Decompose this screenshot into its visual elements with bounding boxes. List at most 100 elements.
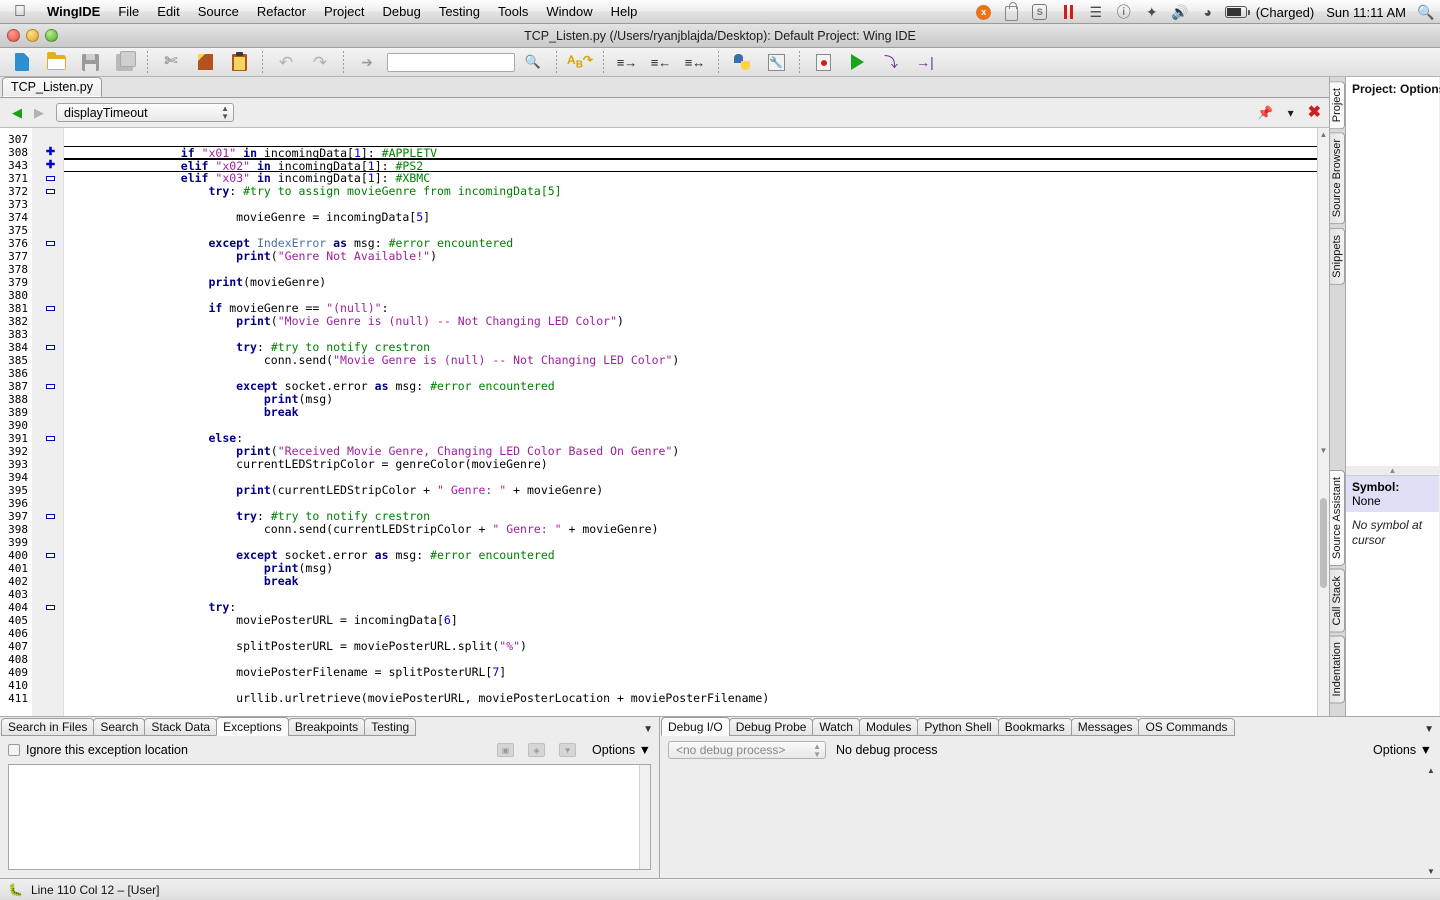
timemachine-icon[interactable]: ◕: [1194, 0, 1222, 24]
step-over-icon[interactable]: →|: [909, 49, 941, 75]
menubar-clock[interactable]: Sun 11:11 AM: [1320, 5, 1412, 20]
code-line[interactable]: break: [64, 575, 1317, 588]
bottom-left-tab-overflow-icon[interactable]: ▼: [643, 724, 653, 735]
menu-item-testing[interactable]: Testing: [430, 0, 489, 24]
bug-icon[interactable]: 🐛: [8, 883, 23, 897]
spotlight-search-icon[interactable]: 🔍: [1412, 0, 1440, 24]
menu-item-file[interactable]: File: [109, 0, 148, 24]
symbol-selector-combo[interactable]: displayTimeout ▲ ▼: [56, 103, 234, 122]
open-file-icon[interactable]: [40, 49, 72, 75]
code-line[interactable]: conn.send("Movie Genre is (null) -- Not …: [64, 354, 1317, 367]
code-text-area[interactable]: if "x01" in incomingData[1]: #APPLETV el…: [64, 128, 1317, 716]
scroll-down-arrow-icon[interactable]: ▼: [1427, 867, 1435, 876]
battery-icon[interactable]: [1222, 0, 1250, 24]
exception-step-icon[interactable]: ▣: [497, 743, 515, 757]
search-magnifier-icon[interactable]: 🔍: [517, 49, 549, 75]
save-all-icon[interactable]: [108, 49, 140, 75]
gutter-cell[interactable]: [32, 133, 63, 146]
exceptions-content-area[interactable]: [8, 764, 651, 870]
tab-search-in-files[interactable]: Search in Files: [1, 718, 95, 736]
pin-icon[interactable]: 📌: [1257, 105, 1273, 121]
editor-vertical-scrollbar[interactable]: ▲ ▼: [1317, 128, 1329, 716]
tab-watch[interactable]: Watch: [812, 718, 860, 736]
menu-item-debug[interactable]: Debug: [374, 0, 430, 24]
search-input[interactable]: [387, 52, 515, 72]
fold-expand-icon[interactable]: ✚: [32, 159, 63, 172]
nav-back-button[interactable]: ◀: [6, 105, 28, 121]
alert-icon[interactable]: ⓘ: [1110, 0, 1138, 24]
fold-expand-icon[interactable]: ✚: [32, 146, 63, 159]
gutter-cell[interactable]: [32, 692, 63, 705]
vtab-source-browser[interactable]: Source Browser: [1330, 132, 1345, 225]
menu-item-refactor[interactable]: Refactor: [248, 0, 315, 24]
debug-probe-icon[interactable]: 🔧: [760, 49, 792, 75]
code-line[interactable]: break: [64, 406, 1317, 419]
vtab-snippets[interactable]: Snippets: [1330, 227, 1345, 285]
menu-item-project[interactable]: Project: [315, 0, 373, 24]
code-line[interactable]: conn.send(currentLEDStripColor + " Genre…: [64, 523, 1317, 536]
menu-item-tools[interactable]: Tools: [489, 0, 537, 24]
gutter-cell[interactable]: [32, 536, 63, 549]
vtab-project[interactable]: Project: [1330, 81, 1345, 130]
code-line[interactable]: print(movieGenre): [64, 276, 1317, 289]
gutter-cell[interactable]: [32, 289, 63, 302]
indent-toggle-icon[interactable]: ≡↔: [679, 49, 711, 75]
debug-process-combo[interactable]: <no debug process> ▲ ▼: [668, 741, 826, 759]
code-editor[interactable]: 307 308 343 371 372 373 374 375 376 377 378 379 380 3…: [0, 127, 1329, 716]
select-pointer-icon[interactable]: ➔: [351, 49, 383, 75]
code-line[interactable]: print(currentLEDStripColor + " Genre: " …: [64, 484, 1317, 497]
code-line[interactable]: moviePosterFilename = splitPosterURL[7]: [64, 666, 1317, 679]
python-shell-icon[interactable]: [726, 49, 758, 75]
code-line[interactable]: splitPosterURL = moviePosterURL.split("%…: [64, 640, 1317, 653]
menu-item-wingide[interactable]: WingIDE: [38, 0, 109, 24]
code-line[interactable]: [64, 419, 1317, 432]
volume-icon[interactable]: 🔊: [1166, 0, 1194, 24]
bottom-right-tab-overflow-icon[interactable]: ▼: [1424, 724, 1434, 735]
project-panel-body[interactable]: [1346, 96, 1439, 466]
apple-logo-icon[interactable]: : [14, 3, 26, 20]
redo-icon[interactable]: ↷: [304, 49, 336, 75]
code-line[interactable]: urllib.urlretrieve(moviePosterURL, movie…: [64, 692, 1317, 705]
minimize-window-button[interactable]: [26, 29, 39, 42]
close-icon[interactable]: ✖: [1308, 104, 1321, 121]
tab-bookmarks[interactable]: Bookmarks: [997, 718, 1072, 736]
tab-modules[interactable]: Modules: [858, 718, 919, 736]
tab-search[interactable]: Search: [93, 718, 146, 736]
menu-item-help[interactable]: Help: [602, 0, 647, 24]
debug-io-output-area[interactable]: [668, 764, 1414, 870]
vtab-call-stack[interactable]: Call Stack: [1330, 568, 1345, 633]
tab-testing[interactable]: Testing: [364, 718, 417, 736]
toggle-breakpoint-icon[interactable]: [807, 49, 839, 75]
code-line[interactable]: try: #try to assign movieGenre from inco…: [64, 185, 1317, 198]
menu-item-window[interactable]: Window: [537, 0, 601, 24]
indent-right-icon[interactable]: ≡→: [611, 49, 643, 75]
zoom-window-button[interactable]: [45, 29, 58, 42]
ignore-exception-checkbox[interactable]: [8, 744, 20, 756]
exception-clear-icon[interactable]: ▼: [559, 743, 577, 757]
pause-icon[interactable]: [1054, 0, 1082, 24]
exceptions-scrollbar[interactable]: [639, 765, 650, 869]
code-line[interactable]: [64, 588, 1317, 601]
tab-stack-data[interactable]: Stack Data: [144, 718, 218, 736]
code-line[interactable]: currentLEDStripColor = genreColor(movieG…: [64, 458, 1317, 471]
code-line[interactable]: print("Movie Genre is (null) -- Not Chan…: [64, 315, 1317, 328]
lock-icon[interactable]: [998, 0, 1026, 24]
step-into-icon[interactable]: ⤵: [875, 49, 907, 75]
wifi-icon[interactable]: ☰: [1082, 0, 1110, 24]
debug-io-scroll-rail[interactable]: ▲ ▼: [1422, 764, 1440, 878]
nav-forward-button[interactable]: ▶: [28, 105, 50, 121]
paste-icon[interactable]: [223, 49, 255, 75]
scrollbar-thumb[interactable]: [1320, 498, 1327, 588]
gutter-cell[interactable]: [32, 328, 63, 341]
close-window-button[interactable]: [7, 29, 20, 42]
gutter-cell[interactable]: [32, 497, 63, 510]
fold-collapse-icon[interactable]: [32, 172, 63, 185]
menu-item-edit[interactable]: Edit: [148, 0, 188, 24]
debug-options-button[interactable]: Options ▼: [1373, 743, 1432, 757]
bluetooth-icon[interactable]: ✦: [1138, 0, 1166, 24]
code-line[interactable]: if "x01" in incomingData[1]: #APPLETV: [64, 146, 1317, 160]
tab-exceptions[interactable]: Exceptions: [216, 717, 289, 736]
gutter-cell[interactable]: [32, 419, 63, 432]
scroll-up-arrow-icon[interactable]: ▲: [1427, 766, 1435, 775]
cut-icon[interactable]: ✄: [155, 49, 187, 75]
